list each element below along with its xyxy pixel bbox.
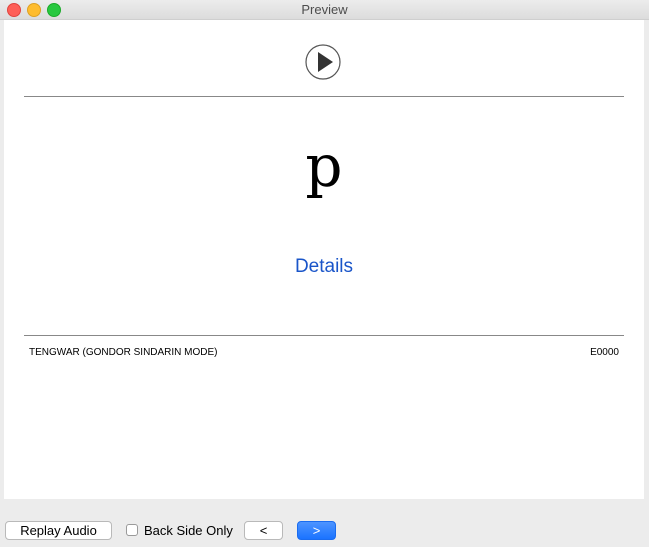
tengwar-glyph: p [305, 132, 343, 200]
replay-audio-button[interactable]: Replay Audio [5, 521, 112, 540]
details-link[interactable]: Details [4, 256, 644, 278]
back-side-only-label[interactable]: Back Side Only [144, 523, 233, 538]
divider [24, 96, 624, 97]
title-bar: Preview [0, 0, 649, 20]
back-side-only-checkbox[interactable] [126, 524, 138, 536]
previous-button[interactable]: < [244, 521, 283, 540]
play-audio-icon[interactable] [305, 44, 341, 80]
divider [24, 335, 624, 336]
deck-name: TENGWAR (GONDOR SINDARIN MODE) [29, 347, 218, 358]
card-preview: p Details TENGWAR (GONDOR SINDARIN MODE)… [4, 20, 644, 499]
card-code: E0000 [590, 347, 619, 358]
window-title: Preview [301, 2, 348, 17]
next-button[interactable]: > [297, 521, 336, 540]
